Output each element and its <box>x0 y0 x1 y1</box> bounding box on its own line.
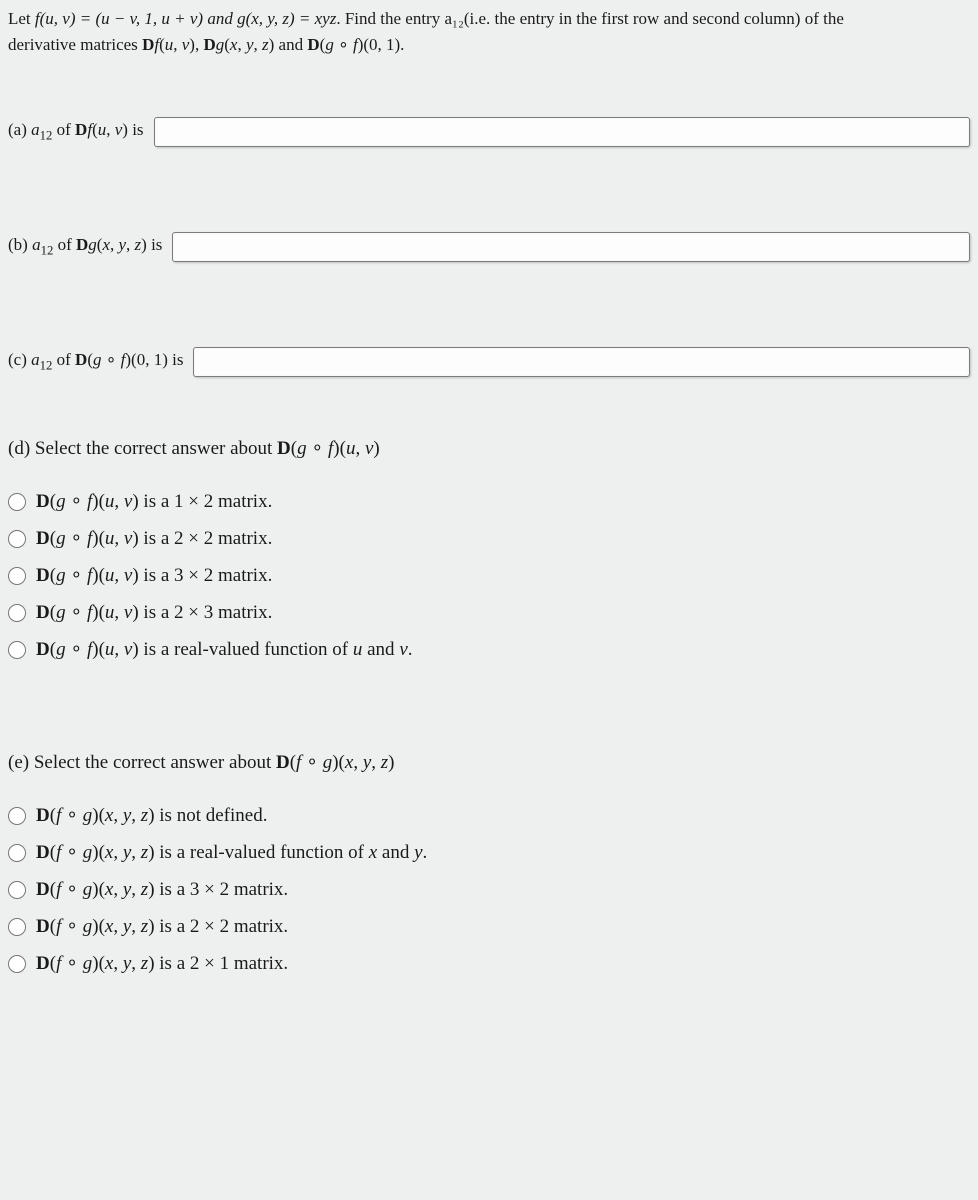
part-d-radio-3[interactable] <box>8 567 26 585</box>
part-e-option-5[interactable]: D(f ∘ g)(x, y, z) is a 2 × 1 matrix. <box>8 952 970 975</box>
part-a-label: (a) a12 of Df(u, v) is <box>8 120 144 143</box>
part-e: (e) Select the correct answer about D(f … <box>8 751 970 975</box>
part-b-input[interactable] <box>172 232 970 262</box>
part-d-radio-4[interactable] <box>8 604 26 622</box>
part-d-option-3-text: D(g ∘ f)(u, v) is a 3 × 2 matrix. <box>36 564 272 587</box>
part-b: (b) a12 of Dg(x, y, z) is <box>8 232 970 262</box>
part-d-option-2-text: D(g ∘ f)(u, v) is a 2 × 2 matrix. <box>36 527 272 550</box>
part-d-options: D(g ∘ f)(u, v) is a 1 × 2 matrix. D(g ∘ … <box>8 490 970 661</box>
part-d: (d) Select the correct answer about D(g … <box>8 437 970 661</box>
part-d-radio-2[interactable] <box>8 530 26 548</box>
part-e-option-2[interactable]: D(f ∘ g)(x, y, z) is a real-valued funct… <box>8 841 970 864</box>
part-c-label: (c) a12 of D(g ∘ f)(0, 1) is <box>8 350 183 373</box>
part-b-label: (b) a12 of Dg(x, y, z) is <box>8 235 162 258</box>
part-e-option-1[interactable]: D(f ∘ g)(x, y, z) is not defined. <box>8 804 970 827</box>
part-d-option-3[interactable]: D(g ∘ f)(u, v) is a 3 × 2 matrix. <box>8 564 970 587</box>
part-e-option-3[interactable]: D(f ∘ g)(x, y, z) is a 3 × 2 matrix. <box>8 878 970 901</box>
part-d-option-1[interactable]: D(g ∘ f)(u, v) is a 1 × 2 matrix. <box>8 490 970 513</box>
part-c-input[interactable] <box>193 347 970 377</box>
part-d-option-4[interactable]: D(g ∘ f)(u, v) is a 2 × 3 matrix. <box>8 601 970 624</box>
part-e-option-4-text: D(f ∘ g)(x, y, z) is a 2 × 2 matrix. <box>36 915 288 938</box>
part-e-option-3-text: D(f ∘ g)(x, y, z) is a 3 × 2 matrix. <box>36 878 288 901</box>
part-e-option-1-text: D(f ∘ g)(x, y, z) is not defined. <box>36 804 267 827</box>
part-d-option-5-text: D(g ∘ f)(u, v) is a real-valued function… <box>36 638 413 661</box>
part-d-option-4-text: D(g ∘ f)(u, v) is a 2 × 3 matrix. <box>36 601 272 624</box>
part-e-prompt: (e) Select the correct answer about D(f … <box>8 751 970 774</box>
part-e-radio-2[interactable] <box>8 844 26 862</box>
part-d-option-5[interactable]: D(g ∘ f)(u, v) is a real-valued function… <box>8 638 970 661</box>
part-e-option-4[interactable]: D(f ∘ g)(x, y, z) is a 2 × 2 matrix. <box>8 915 970 938</box>
part-e-radio-4[interactable] <box>8 918 26 936</box>
part-d-option-2[interactable]: D(g ∘ f)(u, v) is a 2 × 2 matrix. <box>8 527 970 550</box>
part-e-option-2-text: D(f ∘ g)(x, y, z) is a real-valued funct… <box>36 841 427 864</box>
part-a: (a) a12 of Df(u, v) is <box>8 117 970 147</box>
part-a-input[interactable] <box>154 117 970 147</box>
part-e-radio-1[interactable] <box>8 807 26 825</box>
part-e-option-5-text: D(f ∘ g)(x, y, z) is a 2 × 1 matrix. <box>36 952 288 975</box>
part-e-radio-3[interactable] <box>8 881 26 899</box>
problem-line1-pre: Let <box>8 9 35 28</box>
problem-statement: Let f(u, v) = (u − v, 1, u + v) and g(x,… <box>8 6 970 57</box>
part-d-prompt: (d) Select the correct answer about D(g … <box>8 437 970 460</box>
problem-line1-post: . Find the entry a₁₂(i.e. the entry in t… <box>336 9 844 28</box>
part-e-radio-5[interactable] <box>8 955 26 973</box>
part-e-options: D(f ∘ g)(x, y, z) is not defined. D(f ∘ … <box>8 804 970 975</box>
problem-line2: derivative matrices Df(u, v), Dg(x, y, z… <box>8 35 404 54</box>
problem-line1-math: f(u, v) = (u − v, 1, u + v) and g(x, y, … <box>35 9 336 28</box>
part-c: (c) a12 of D(g ∘ f)(0, 1) is <box>8 347 970 377</box>
part-d-radio-5[interactable] <box>8 641 26 659</box>
part-d-radio-1[interactable] <box>8 493 26 511</box>
part-d-option-1-text: D(g ∘ f)(u, v) is a 1 × 2 matrix. <box>36 490 272 513</box>
